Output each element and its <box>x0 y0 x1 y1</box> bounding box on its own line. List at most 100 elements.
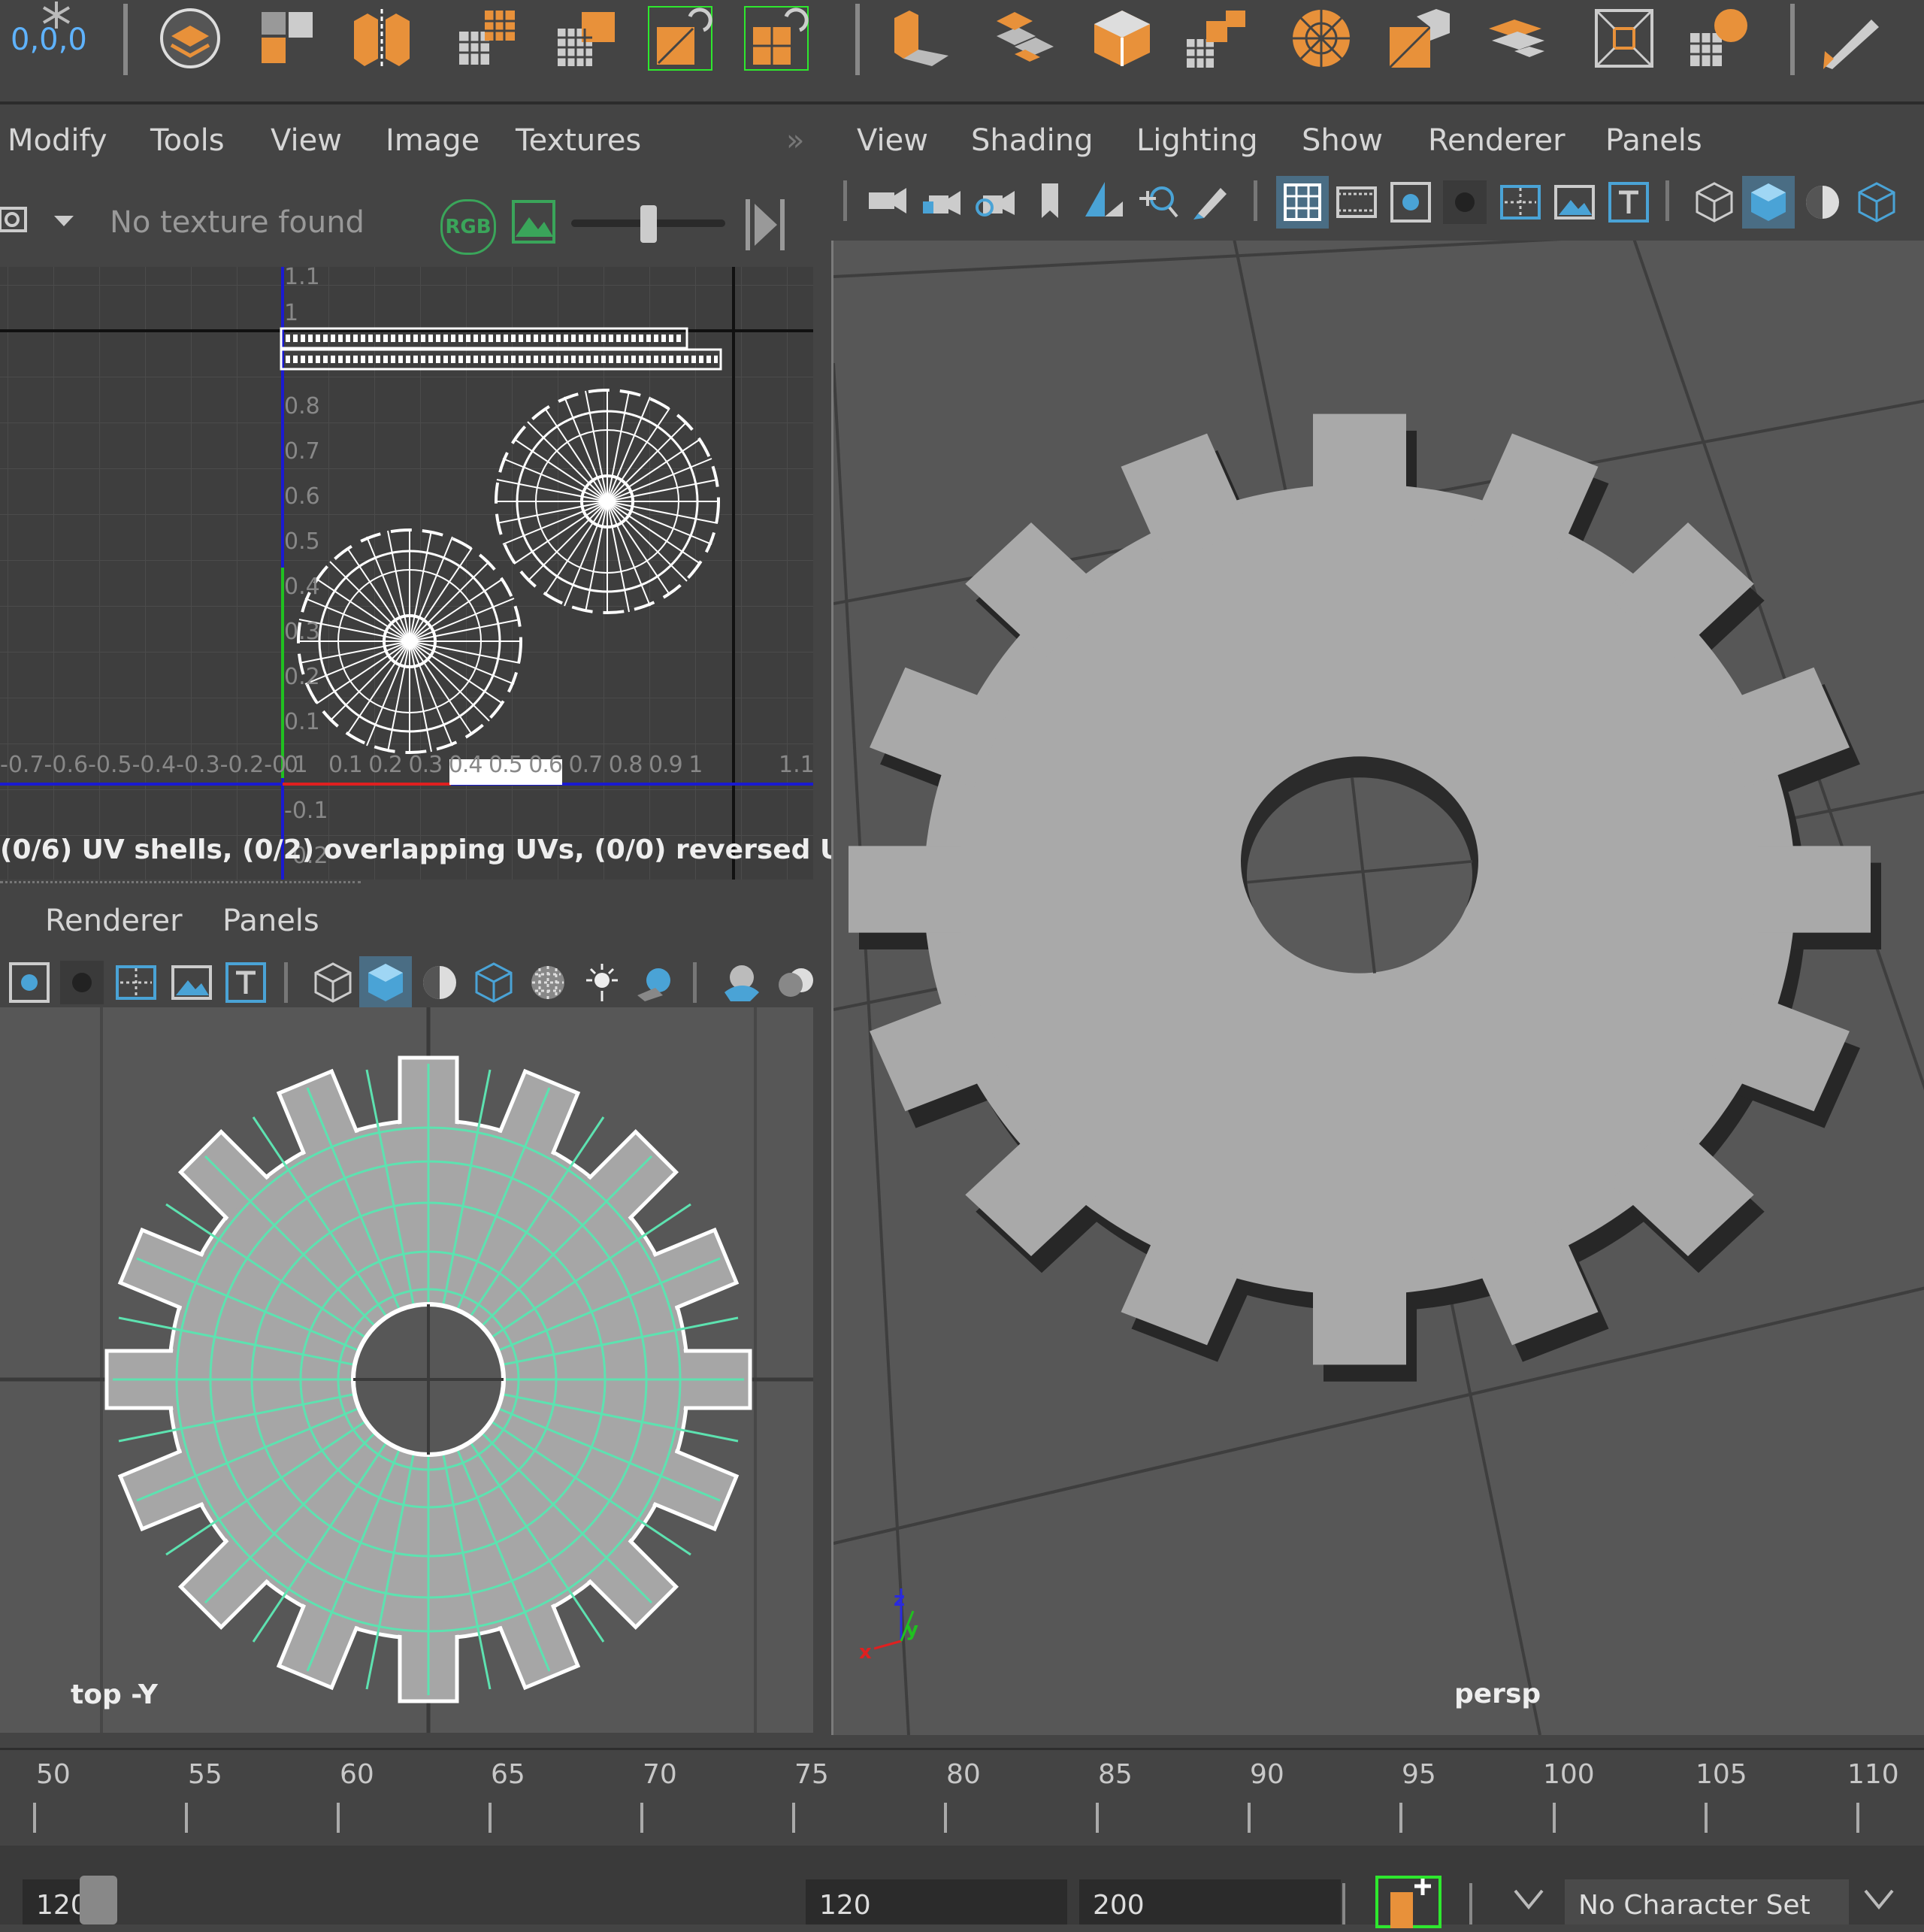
safe-action-icon[interactable] <box>1553 180 1596 224</box>
grid-sphere-icon[interactable] <box>1687 6 1752 71</box>
grease-pencil-icon[interactable] <box>1190 179 1234 223</box>
field-chart-icon[interactable] <box>1499 180 1542 224</box>
panel-splitter[interactable] <box>0 881 361 883</box>
v-tick-label: 0.5 <box>284 528 320 555</box>
uv-gear-large <box>495 389 720 614</box>
textured-icon[interactable] <box>1801 180 1844 224</box>
menu-renderer[interactable]: Renderer <box>1428 123 1566 158</box>
frame-tick-label: 90 <box>1250 1759 1284 1790</box>
text-icon[interactable] <box>224 961 268 1004</box>
time-slider[interactable]: 50 55 60 65 70 75 80 85 90 95 100 105 11… <box>0 1748 1924 1844</box>
bookmark-icon[interactable] <box>1028 179 1072 223</box>
cube-cut-icon[interactable] <box>887 6 951 71</box>
shaded-cube-icon[interactable] <box>364 961 407 1004</box>
lock-camera-icon[interactable] <box>920 179 964 223</box>
viewport-camera-label: top -Y <box>71 1679 158 1710</box>
grid-icon[interactable] <box>455 6 519 71</box>
frame-tick-label: 70 <box>643 1759 677 1790</box>
text-icon[interactable] <box>1607 180 1650 224</box>
select-camera-icon[interactable] <box>866 179 909 223</box>
animation-end-field[interactable]: 200 <box>1079 1879 1341 1924</box>
uv-grid-area[interactable]: 1.1 1 0.8 0.7 0.6 0.5 0.4 0.3 0.2 0.1 -0… <box>0 267 813 880</box>
grid-icon[interactable] <box>1281 180 1324 224</box>
checker-icon[interactable] <box>526 961 570 1004</box>
camera-attributes-icon[interactable] <box>974 179 1018 223</box>
safe-frame-icon[interactable] <box>114 961 158 1004</box>
chevron-down-icon[interactable] <box>1864 1889 1894 1910</box>
gate-mask-icon[interactable] <box>1443 180 1487 224</box>
wireframe-cube-icon[interactable] <box>311 961 355 1004</box>
menu-panels[interactable]: Panels <box>1605 123 1702 158</box>
image-plane-icon[interactable] <box>1082 179 1126 223</box>
sphere-icon[interactable] <box>1289 6 1354 71</box>
menu-image[interactable]: Image <box>386 123 479 158</box>
rotate-uv-icon[interactable] <box>648 6 712 71</box>
ambient-occlusion-icon[interactable] <box>720 961 764 1004</box>
auto-key-icon[interactable] <box>1375 1876 1441 1928</box>
menu-tools[interactable]: Tools <box>150 123 225 158</box>
frame-icon[interactable] <box>1592 6 1656 71</box>
isolate-icon[interactable] <box>8 961 51 1004</box>
frame-tick <box>1856 1803 1859 1833</box>
persp-viewport[interactable]: z y x persp <box>831 113 1924 1735</box>
camera-icon[interactable] <box>0 205 30 235</box>
layer-icon[interactable] <box>158 6 222 71</box>
frame-tick <box>792 1803 795 1833</box>
flatten-icon[interactable] <box>992 6 1057 71</box>
shaded-cube-icon[interactable] <box>1747 180 1790 224</box>
motion-blur-icon[interactable] <box>774 961 818 1004</box>
frame-tick-label: 75 <box>794 1759 829 1790</box>
frame-tick <box>1399 1803 1402 1833</box>
menu-show[interactable]: Show <box>1302 123 1383 158</box>
frame-tick <box>1553 1803 1556 1833</box>
shadow-icon[interactable] <box>633 961 676 1004</box>
range-start-field[interactable]: 120 <box>23 1879 89 1924</box>
chevron-right-icon[interactable]: » <box>786 123 804 158</box>
image-plane-icon[interactable] <box>170 961 213 1004</box>
pen-icon[interactable] <box>1819 6 1883 71</box>
chevron-down-icon[interactable] <box>1514 1889 1544 1910</box>
top-view-toolbar <box>0 956 813 1009</box>
v-tick-label: 0.4 <box>284 574 320 600</box>
toolbar-separator <box>284 962 288 1003</box>
split-icon[interactable] <box>349 6 414 71</box>
menu-lighting[interactable]: Lighting <box>1136 123 1258 158</box>
xray-icon[interactable] <box>60 961 104 1004</box>
cube-icon[interactable] <box>1090 6 1154 71</box>
uv-status-text: (0/6) UV shells, (0/2) overlapping UVs, … <box>0 834 879 865</box>
lit-cube-icon[interactable] <box>1855 180 1898 224</box>
rotate-uv-icon[interactable] <box>744 6 809 71</box>
image-icon[interactable] <box>511 199 556 244</box>
distribute-icon[interactable] <box>1184 6 1248 71</box>
wireframe-cube-icon[interactable] <box>1693 180 1736 224</box>
menu-panels[interactable]: Panels <box>222 904 319 938</box>
chevron-down-icon[interactable] <box>53 214 75 229</box>
slider-handle[interactable] <box>640 205 657 243</box>
light-icon[interactable] <box>580 961 624 1004</box>
menu-view[interactable]: View <box>857 123 928 158</box>
film-gate-icon[interactable] <box>1335 180 1378 224</box>
play-forward-icon[interactable] <box>744 195 789 255</box>
unfold-icon[interactable] <box>1387 6 1451 71</box>
menu-modify[interactable]: Modify <box>8 123 107 158</box>
rgb-channel-button[interactable]: RGB <box>440 199 496 255</box>
playback-end-field[interactable]: 120 <box>806 1879 1067 1924</box>
resolution-gate-icon[interactable] <box>1389 180 1432 224</box>
character-set-dropdown[interactable]: No Character Set <box>1565 1879 1849 1924</box>
frame-tick-label: 55 <box>188 1759 222 1790</box>
frame-tick-label: 100 <box>1543 1759 1595 1790</box>
grid-icon[interactable] <box>555 6 619 71</box>
menu-textures[interactable]: Textures <box>516 123 641 158</box>
textured-icon[interactable] <box>418 961 461 1004</box>
menu-shading[interactable]: Shading <box>971 123 1094 158</box>
lit-cube-icon[interactable] <box>472 961 516 1004</box>
top-view-viewport[interactable]: top -Y <box>0 1007 813 1733</box>
menu-renderer[interactable]: Renderer <box>45 904 183 938</box>
menu-view[interactable]: View <box>271 123 342 158</box>
2d-pan-zoom-icon[interactable] <box>1136 179 1180 223</box>
v-tick-label: 0.3 <box>284 619 320 645</box>
quads-icon[interactable] <box>256 6 320 71</box>
snowflake-icon[interactable] <box>38 0 75 30</box>
range-slider-handle[interactable] <box>80 1876 117 1924</box>
stack-icon[interactable] <box>1484 6 1549 71</box>
